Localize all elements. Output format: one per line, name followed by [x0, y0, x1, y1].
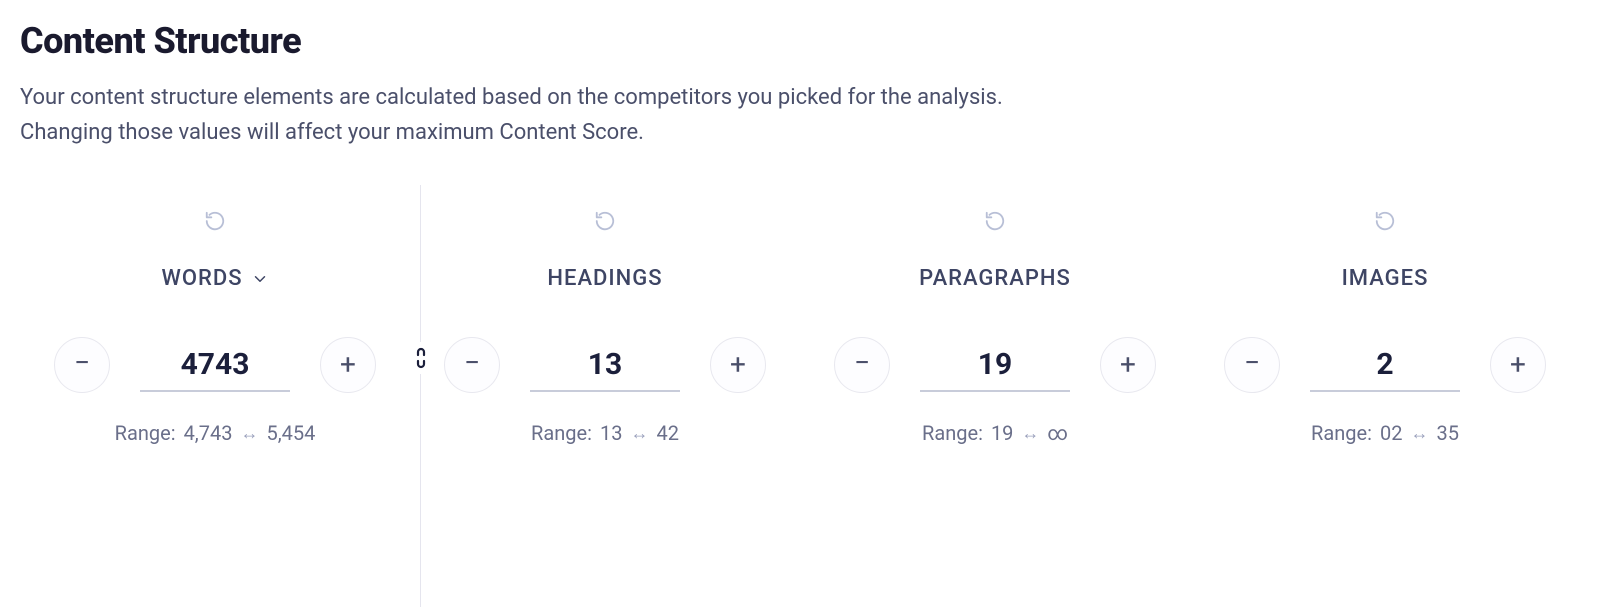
metric-label-paragraphs: PARAGRAPHS	[919, 266, 1071, 291]
metric-images: IMAGES − + Range: 02 ↔ 35	[1190, 210, 1580, 445]
metric-label-text: HEADINGS	[547, 266, 662, 291]
decrement-button[interactable]: −	[54, 337, 110, 393]
refresh-icon[interactable]	[204, 210, 226, 232]
link-icon	[411, 346, 431, 370]
page-title: Content Structure	[20, 20, 1580, 62]
range-low: 19	[991, 421, 1013, 445]
decrement-button[interactable]: −	[444, 337, 500, 393]
decrement-button[interactable]: −	[1224, 337, 1280, 393]
metric-label-text: PARAGRAPHS	[919, 266, 1071, 291]
increment-button[interactable]: +	[1100, 337, 1156, 393]
range-high: 42	[656, 421, 678, 445]
range-arrow-icon: ↔	[1410, 423, 1428, 444]
metric-label-text: WORDS	[161, 266, 242, 291]
range-high: ∞	[1047, 421, 1068, 445]
words-input[interactable]	[140, 339, 290, 392]
metric-label-images: IMAGES	[1342, 266, 1429, 291]
increment-button[interactable]: +	[1490, 337, 1546, 393]
link-toggle-button[interactable]	[405, 342, 437, 374]
metric-label-text: IMAGES	[1342, 266, 1429, 291]
description-line-2: Changing those values will affect your m…	[20, 120, 644, 145]
increment-button[interactable]: +	[320, 337, 376, 393]
refresh-icon[interactable]	[984, 210, 1006, 232]
range-prefix: Range:	[922, 421, 983, 445]
range-low: 02	[1380, 421, 1402, 445]
range-high: 35	[1436, 421, 1458, 445]
range-paragraphs: Range: 19 ↔ ∞	[922, 421, 1068, 445]
refresh-icon[interactable]	[1374, 210, 1396, 232]
metric-label-headings: HEADINGS	[547, 266, 662, 291]
paragraphs-input[interactable]	[920, 339, 1070, 392]
range-prefix: Range:	[115, 421, 176, 445]
range-prefix: Range:	[1311, 421, 1372, 445]
decrement-button[interactable]: −	[834, 337, 890, 393]
headings-input[interactable]	[530, 339, 680, 392]
metric-label-words[interactable]: WORDS	[161, 266, 268, 291]
metric-words: WORDS − + Range: 4,743 ↔ 5,454	[20, 210, 410, 445]
stepper-paragraphs: − +	[834, 337, 1156, 393]
page-description: Your content structure elements are calc…	[20, 80, 1580, 150]
range-images: Range: 02 ↔ 35	[1311, 421, 1459, 445]
metric-paragraphs: PARAGRAPHS − + Range: 19 ↔ ∞	[800, 210, 1190, 445]
stepper-headings: − +	[444, 337, 766, 393]
description-line-1: Your content structure elements are calc…	[20, 85, 1003, 110]
range-arrow-icon: ↔	[240, 423, 258, 444]
range-arrow-icon: ↔	[630, 423, 648, 444]
range-prefix: Range:	[531, 421, 592, 445]
metric-headings: HEADINGS − + Range: 13 ↔ 42	[410, 210, 800, 445]
range-arrow-icon: ↔	[1021, 423, 1039, 444]
chevron-down-icon	[251, 270, 269, 288]
increment-button[interactable]: +	[710, 337, 766, 393]
images-input[interactable]	[1310, 339, 1460, 392]
range-low: 4,743	[184, 421, 233, 445]
range-words: Range: 4,743 ↔ 5,454	[115, 421, 316, 445]
metrics-row: WORDS − + Range: 4,743 ↔ 5,454 HEADINGS …	[20, 210, 1580, 445]
refresh-icon[interactable]	[594, 210, 616, 232]
range-high: 5,454	[266, 421, 315, 445]
stepper-words: − +	[54, 337, 376, 393]
range-headings: Range: 13 ↔ 42	[531, 421, 679, 445]
range-low: 13	[600, 421, 622, 445]
stepper-images: − +	[1224, 337, 1546, 393]
